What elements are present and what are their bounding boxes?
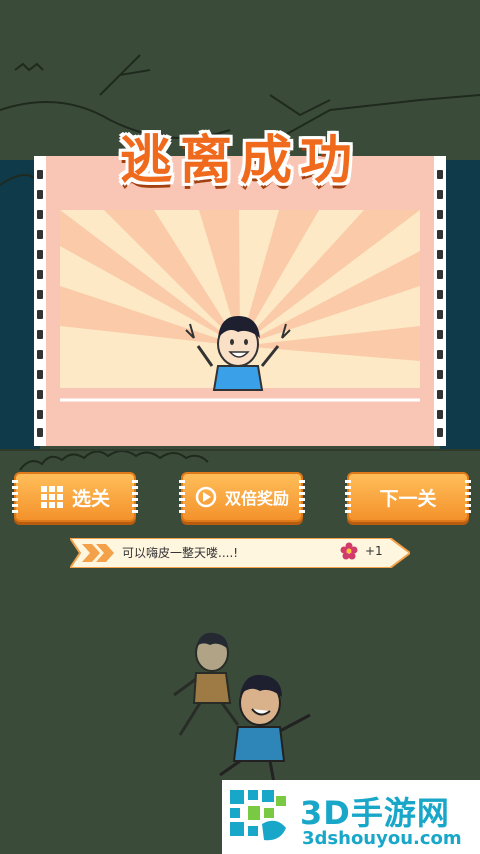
play-icon [195,486,217,508]
notebook-rings-decoration [465,480,471,514]
double-reward-button[interactable]: 双倍奖励 [179,472,305,522]
watermark-url: 3dshouyou.com [302,828,462,849]
next-level-button[interactable]: 下一关 [345,472,471,522]
notebook-rings-decoration [132,480,138,514]
grid-icon [40,485,64,509]
banner-message: 可以嗨皮一整天喽....! [122,546,239,560]
next-level-label: 下一关 [379,487,437,510]
notebook-rings-decoration [179,480,185,514]
message-banner [70,538,410,568]
notebook-rings-decoration [12,480,18,514]
brand-logo-icon [230,790,286,841]
level-select-button[interactable]: 选关 [12,472,138,522]
level-select-label: 选关 [71,487,110,510]
result-frame [34,156,446,446]
double-reward-label: 双倍奖励 [224,489,289,508]
notebook-rings-decoration [345,480,351,514]
result-title: 逃离成功 [119,131,360,191]
banner-reward-count: +1 [365,544,383,558]
flower-icon [340,542,358,560]
running-kids-illustration [173,632,311,784]
notebook-rings-decoration [299,480,305,514]
